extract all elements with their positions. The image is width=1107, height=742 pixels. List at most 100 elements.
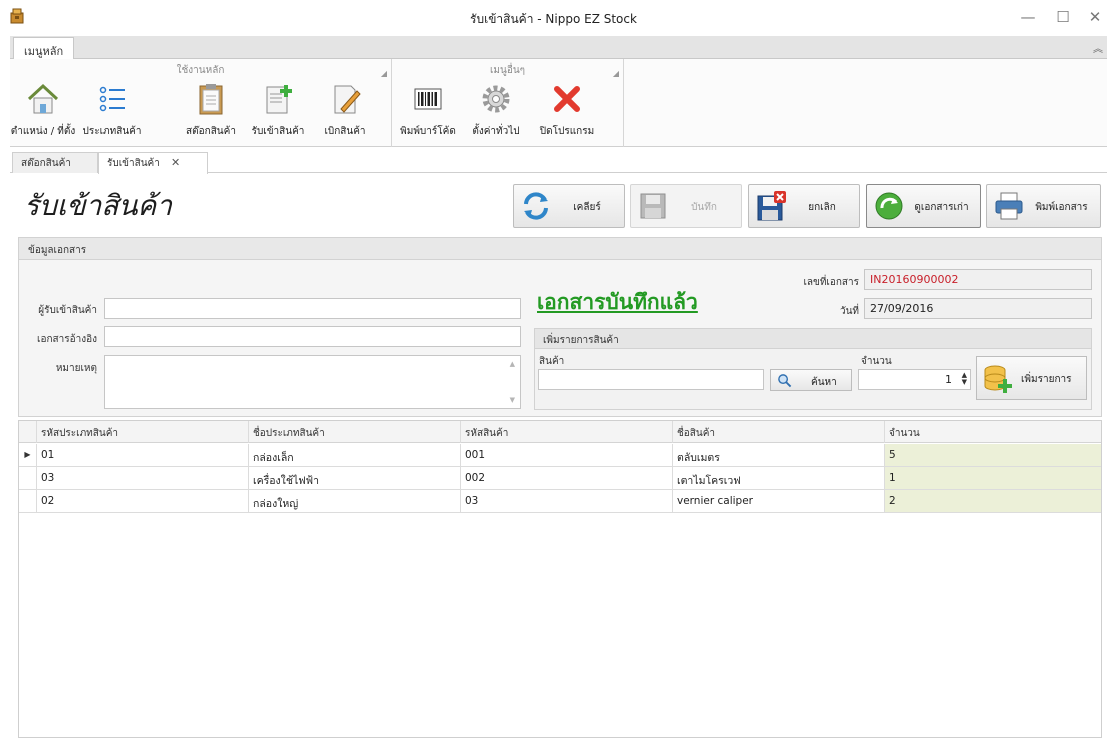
receive-goods-label: รับเข้าสินค้า — [251, 126, 305, 137]
table-row[interactable]: 02 กล่องใหญ่ 03 vernier caliper 2 — [19, 490, 1101, 513]
tab-label: รับเข้าสินค้า — [107, 158, 160, 169]
clear-button[interactable]: เคลียร์ — [513, 184, 625, 228]
table-row[interactable]: 03 เครื่องใช้ไฟฟ้า 002 เตาไมโครเวฟ 1 — [19, 467, 1101, 490]
exit-program-label: ปิดโปรแกรม — [539, 126, 595, 137]
document-info-panel: ข้อมูลเอกสาร ผู้รับเข้าสินค้า เอกสารอ้าง… — [18, 237, 1102, 417]
ribbon-group-caption: ใช้งานหลัก — [176, 65, 225, 76]
withdraw-goods-label: เบิกสินค้า — [324, 126, 366, 137]
title-bar: รับเข้าสินค้า - Nippo EZ Stock — ☐ ✕ — [0, 0, 1107, 36]
print-document-button[interactable]: พิมพ์เอกสาร — [986, 184, 1101, 228]
receiver-label: ผู้รับเข้าสินค้า — [38, 305, 97, 316]
column-header[interactable]: ชื่อประเภทสินค้า — [249, 421, 461, 443]
table-cell[interactable]: กล่องใหญ่ — [249, 490, 461, 512]
date-label: วันที่ — [839, 306, 859, 317]
quantity-cell[interactable]: 2 — [885, 490, 1101, 512]
quantity-value: 1 — [945, 373, 952, 386]
tab-stock[interactable]: สต๊อกสินค้า — [12, 152, 98, 173]
print-barcode-button[interactable]: พิมพ์บาร์โค้ด — [396, 79, 460, 145]
receiver-input[interactable] — [104, 298, 521, 319]
add-item-button[interactable]: เพิ่มรายการ — [976, 356, 1087, 400]
save-icon — [640, 193, 666, 219]
refresh-icon — [524, 192, 548, 220]
tab-receive-goods[interactable]: รับเข้าสินค้า ✕ — [98, 152, 208, 174]
ribbon-tab-main-menu[interactable]: เมนูหลัก — [13, 37, 75, 60]
add-item-panel: เพิ่มรายการสินค้า สินค้า ค้นหา จำนวน 1 ▲… — [534, 328, 1092, 410]
quantity-label: จำนวน — [861, 356, 892, 367]
column-header[interactable]: รหัสสินค้า — [461, 421, 673, 443]
table-cell[interactable]: ตลับเมตร — [673, 444, 885, 466]
list-icon — [99, 86, 125, 112]
scroll-up-icon[interactable]: ▲ — [510, 360, 515, 368]
reference-label: เอกสารอ้างอิง — [37, 334, 97, 345]
table-cell[interactable]: เครื่องใช้ไฟฟ้า — [249, 467, 461, 489]
table-row[interactable]: ▶ 01 กล่องเล็ก 001 ตลับเมตร 5 — [19, 444, 1101, 467]
document-info-header: ข้อมูลเอกสาร — [19, 238, 1101, 260]
table-cell[interactable]: 002 — [461, 467, 673, 489]
settings-label: ตั้งค่าทั่วไป — [472, 126, 520, 137]
minimize-button[interactable]: — — [1018, 8, 1038, 28]
tab-close-icon[interactable]: ✕ — [171, 156, 180, 169]
scroll-down-icon[interactable]: ▼ — [510, 396, 515, 404]
table-cell[interactable]: 001 — [461, 444, 673, 466]
withdraw-goods-button[interactable]: เบิกสินค้า — [316, 79, 374, 145]
save-button[interactable]: บันทึก — [630, 184, 742, 228]
document-number-field: IN20160900002 — [864, 269, 1092, 290]
search-button[interactable]: ค้นหา — [770, 369, 852, 391]
column-header[interactable]: ชื่อสินค้า — [673, 421, 885, 443]
location-button[interactable]: ตำแหน่ง / ที่ตั้ง — [10, 79, 76, 145]
maximize-button[interactable]: ☐ — [1053, 8, 1073, 28]
close-x-icon — [554, 86, 580, 112]
product-label: สินค้า — [539, 356, 565, 367]
product-type-button[interactable]: ประเภทสินค้า — [78, 79, 146, 145]
barcode-icon — [414, 88, 442, 110]
table-cell[interactable]: vernier caliper — [673, 490, 885, 512]
quantity-cell[interactable]: 5 — [885, 444, 1101, 466]
table-cell[interactable]: 01 — [37, 444, 249, 466]
group-launcher-icon[interactable]: ◢ — [381, 69, 387, 78]
view-old-documents-label: ดูเอกสารเก่า — [914, 202, 969, 213]
view-old-documents-button[interactable]: ดูเอกสารเก่า — [866, 184, 981, 228]
column-header[interactable]: จำนวน — [885, 421, 1101, 443]
ribbon-group-caption: เมนูอื่นๆ — [489, 65, 526, 76]
search-icon — [778, 374, 792, 388]
quantity-cell[interactable]: 1 — [885, 467, 1101, 489]
column-header[interactable]: รหัสประเภทสินค้า — [37, 421, 249, 443]
document-tab-bar: สต๊อกสินค้า รับเข้าสินค้า ✕ — [10, 150, 1107, 174]
gear-icon — [482, 85, 510, 113]
save-cancel-icon — [757, 191, 786, 221]
receive-goods-button[interactable]: รับเข้าสินค้า — [244, 79, 312, 145]
table-cell[interactable]: กล่องเล็ก — [249, 444, 461, 466]
location-label: ตำแหน่ง / ที่ตั้ง — [10, 126, 76, 137]
document-add-icon — [266, 85, 292, 114]
app-window: รับเข้าสินค้า - Nippo EZ Stock — ☐ ✕ เมน… — [0, 0, 1107, 742]
printer-icon — [995, 192, 1023, 220]
close-window-button[interactable]: ✕ — [1085, 8, 1105, 28]
cancel-button[interactable]: ยกเลิก — [748, 184, 860, 228]
group-launcher-icon[interactable]: ◢ — [613, 69, 619, 78]
ribbon: ใช้งานหลัก ◢ ตำแหน่ง / ที่ตั้ง ประเภทสิน… — [10, 59, 1107, 147]
settings-button[interactable]: ตั้งค่าทั่วไป — [464, 79, 528, 145]
note-textarea[interactable]: ▲ ▼ — [104, 355, 521, 409]
product-input[interactable] — [538, 369, 764, 390]
row-indicator — [19, 490, 37, 512]
table-cell[interactable]: 03 — [37, 467, 249, 489]
stock-button[interactable]: สต๊อกสินค้า — [180, 79, 242, 145]
ribbon-tab-bar: เมนูหลัก ︽ — [10, 36, 1107, 60]
reference-input[interactable] — [104, 326, 521, 347]
spin-arrows-icon[interactable]: ▲ ▼ — [962, 372, 967, 386]
clear-label: เคลียร์ — [573, 202, 601, 213]
grid-corner — [19, 421, 37, 443]
print-barcode-label: พิมพ์บาร์โค้ด — [400, 126, 456, 137]
tab-label: สต๊อกสินค้า — [21, 158, 71, 169]
table-cell[interactable]: 02 — [37, 490, 249, 512]
table-cell[interactable]: เตาไมโครเวฟ — [673, 467, 885, 489]
stock-label: สต๊อกสินค้า — [186, 126, 236, 137]
exit-program-button[interactable]: ปิดโปรแกรม — [532, 79, 602, 145]
document-edit-icon — [334, 85, 361, 114]
quantity-stepper[interactable]: 1 ▲ ▼ — [858, 369, 971, 390]
table-cell[interactable]: 03 — [461, 490, 673, 512]
page-title: รับเข้าสินค้า — [24, 189, 172, 222]
clipboard-icon — [199, 84, 223, 115]
grid-header: รหัสประเภทสินค้า ชื่อประเภทสินค้า รหัสสิ… — [19, 421, 1101, 443]
ribbon-collapse-icon[interactable]: ︽ — [1093, 40, 1103, 55]
